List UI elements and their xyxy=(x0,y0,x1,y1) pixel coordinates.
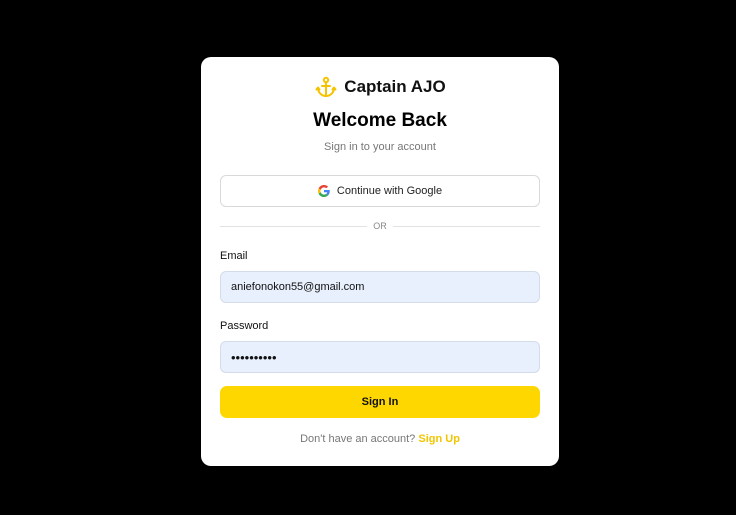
login-card: Captain AJO Welcome Back Sign in to your… xyxy=(201,57,559,466)
divider-line-left xyxy=(220,225,368,227)
password-field[interactable]: •••••••••• xyxy=(220,341,540,373)
sign-up-link[interactable]: Sign Up xyxy=(418,433,460,445)
email-value: aniefonokon55@gmail.com xyxy=(231,281,365,293)
signup-prompt-row: Don't have an account? Sign Up xyxy=(201,433,559,445)
password-label: Password xyxy=(220,320,269,332)
brand-name: Captain AJO xyxy=(344,77,446,96)
page-subtitle: Sign in to your account xyxy=(324,141,436,153)
anchor-icon xyxy=(314,75,338,99)
google-icon xyxy=(317,185,330,197)
divider-line-right xyxy=(392,225,540,227)
sign-in-label: Sign In xyxy=(361,396,399,408)
signup-prompt: Don't have an account? xyxy=(300,433,416,445)
google-signin-button[interactable]: Continue with Google xyxy=(220,175,540,207)
sign-in-button[interactable]: Sign In xyxy=(220,386,540,418)
google-button-label: Continue with Google xyxy=(336,185,443,197)
password-value: •••••••••• xyxy=(231,349,277,365)
or-divider: OR xyxy=(220,219,540,233)
page-title: Welcome Back xyxy=(313,110,447,131)
brand-header: Captain AJO xyxy=(201,74,559,100)
email-label: Email xyxy=(220,250,248,262)
divider-text: OR xyxy=(373,221,387,231)
email-field[interactable]: aniefonokon55@gmail.com xyxy=(220,271,540,303)
